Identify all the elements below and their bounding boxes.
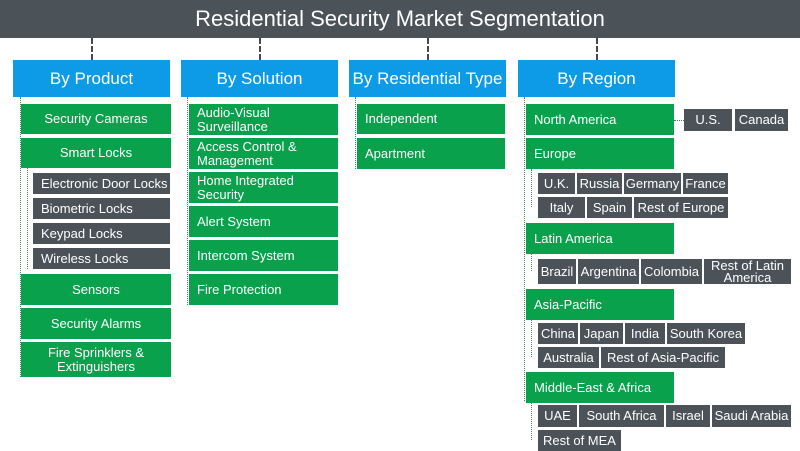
country-germany: Germany (624, 173, 681, 194)
country-colombia: Colombia (641, 259, 702, 284)
segment-smart-locks: Smart Locks (21, 138, 171, 168)
asia-pacific-branch-line (531, 320, 532, 357)
connector-solution (259, 38, 261, 60)
subsegment-electronic-door-locks: Electronic Door Locks (33, 173, 170, 194)
segment-security-cameras: Security Cameras (21, 104, 171, 134)
north-america-connector (674, 120, 684, 121)
connector-region (596, 38, 598, 60)
country-argentina: Argentina (578, 259, 639, 284)
segment-independent: Independent (357, 104, 505, 134)
category-by-product: By Product (13, 60, 170, 97)
country-israel: Israel (666, 405, 710, 427)
country-russia: Russia (577, 173, 622, 194)
latin-america-branch-line (531, 254, 532, 271)
diagram-title: Residential Security Market Segmentation (0, 0, 800, 38)
segment-fire-protection: Fire Protection (189, 274, 338, 305)
subsegment-keypad-locks: Keypad Locks (33, 223, 170, 244)
category-by-solution: By Solution (181, 60, 338, 97)
category-by-residential-type: By Residential Type (349, 60, 506, 97)
country-china: China (538, 323, 578, 344)
country-canada: Canada (735, 109, 788, 131)
country-india: India (625, 323, 665, 344)
region-latin-america: Latin America (526, 223, 674, 254)
country-rest-of-mea: Rest of MEA (538, 430, 621, 451)
smart-locks-branch-line (27, 168, 28, 269)
country-south-korea: South Korea (667, 323, 745, 344)
country-us: U.S. (684, 109, 732, 131)
region-europe: Europe (526, 138, 674, 169)
country-uae: UAE (538, 405, 577, 427)
country-rest-of-europe: Rest of Europe (634, 197, 728, 218)
country-saudi-arabia: Saudi Arabia (712, 405, 791, 427)
region-north-america: North America (526, 104, 674, 135)
country-australia: Australia (538, 347, 599, 368)
connector-product (91, 38, 93, 60)
segment-security-alarms: Security Alarms (21, 308, 171, 339)
country-spain: Spain (587, 197, 632, 218)
country-rest-of-latin-america: Rest of Latin America (704, 259, 791, 284)
segment-sensors: Sensors (21, 274, 171, 305)
solution-branch-line (187, 97, 188, 305)
country-italy: Italy (538, 197, 585, 218)
segment-access-control-management: Access Control & Management (189, 138, 338, 169)
country-uk: U.K. (538, 173, 575, 194)
segment-intercom-system: Intercom System (189, 240, 338, 271)
segment-fire-sprinklers-extinguishers: Fire Sprinklers & Extinguishers (21, 342, 171, 377)
mea-branch-line (531, 403, 532, 440)
subsegment-wireless-locks: Wireless Locks (33, 248, 170, 269)
subsegment-biometric-locks: Biometric Locks (33, 198, 170, 219)
segment-audio-visual-surveillance: Audio-Visual Surveillance (189, 104, 338, 135)
country-france: France (683, 173, 728, 194)
connector-residential (427, 38, 429, 60)
country-rest-of-asia-pacific: Rest of Asia-Pacific (601, 347, 725, 368)
residential-branch-line (355, 97, 356, 169)
segment-apartment: Apartment (357, 138, 505, 169)
region-branch-line (524, 97, 525, 401)
europe-branch-line (531, 169, 532, 207)
region-middle-east-africa: Middle-East & Africa (526, 372, 674, 403)
segment-alert-system: Alert System (189, 206, 338, 237)
country-japan: Japan (580, 323, 623, 344)
country-south-africa: South Africa (579, 405, 664, 427)
segment-home-integrated-security: Home Integrated Security (189, 172, 338, 203)
region-asia-pacific: Asia-Pacific (526, 289, 674, 320)
country-brazil: Brazil (538, 259, 576, 284)
category-by-region: By Region (518, 60, 675, 97)
